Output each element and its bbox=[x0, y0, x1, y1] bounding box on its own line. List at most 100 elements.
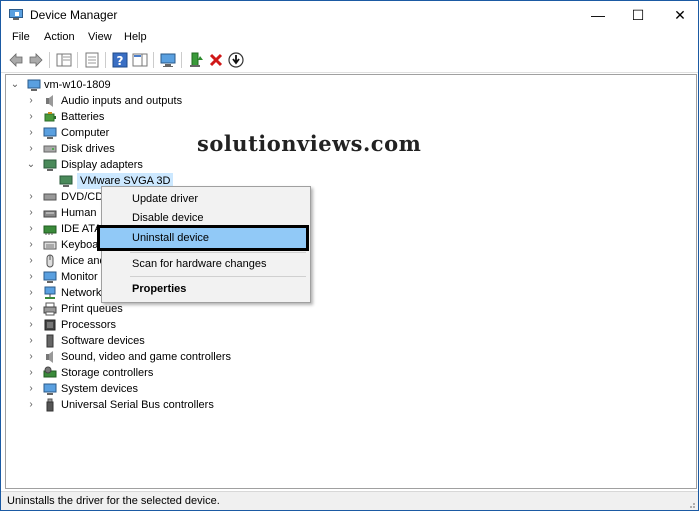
software-device-icon bbox=[46, 334, 54, 348]
network-adapter-icon bbox=[44, 286, 56, 299]
disk-drive-icon bbox=[43, 145, 57, 153]
uninstall-x-icon[interactable] bbox=[207, 51, 225, 69]
status-text: Uninstalls the driver for the selected d… bbox=[7, 495, 220, 507]
chevron-right-icon[interactable]: › bbox=[26, 365, 36, 381]
chevron-right-icon[interactable]: › bbox=[26, 93, 36, 109]
download-circle-icon[interactable] bbox=[227, 51, 245, 69]
monitor-icon bbox=[43, 271, 57, 283]
device-manager-icon bbox=[9, 9, 23, 20]
chevron-right-icon[interactable]: › bbox=[26, 237, 36, 253]
chevron-right-icon[interactable]: › bbox=[26, 205, 36, 221]
tree-item-label: System devices bbox=[61, 383, 139, 395]
menu-item-disable-device[interactable]: Disable device bbox=[103, 208, 307, 228]
tree-item-label: Batteries bbox=[61, 111, 105, 123]
dvd-drive-icon bbox=[43, 193, 57, 201]
speaker-icon bbox=[46, 95, 53, 107]
ide-controller-icon bbox=[43, 225, 57, 235]
chevron-right-icon[interactable]: › bbox=[26, 125, 36, 141]
keyboard-icon bbox=[43, 241, 57, 250]
usb-icon bbox=[46, 398, 54, 412]
window-title: Device Manager bbox=[30, 8, 118, 22]
tree-item-label: Print queues bbox=[61, 303, 123, 315]
title-bar[interactable]: Device Manager — ☐ ✕ bbox=[1, 1, 698, 30]
chevron-right-icon[interactable]: › bbox=[26, 381, 36, 397]
menu-item-properties[interactable]: Properties bbox=[103, 279, 307, 299]
display-adapter-icon bbox=[59, 175, 73, 187]
toolbar-separator bbox=[77, 52, 78, 68]
processor-icon bbox=[44, 319, 56, 331]
tree-item-label: Storage controllers bbox=[61, 367, 154, 379]
action-pane-icon[interactable] bbox=[131, 51, 149, 69]
resize-grip-icon[interactable] bbox=[686, 499, 696, 509]
tree-item-label: Audio inputs and outputs bbox=[61, 95, 183, 107]
tree-item-label: Computer bbox=[61, 127, 110, 139]
menu-bar: File Action View Help bbox=[1, 30, 698, 48]
menu-action[interactable]: Action bbox=[44, 31, 75, 43]
menu-file[interactable]: File bbox=[12, 31, 30, 43]
chevron-right-icon[interactable]: › bbox=[26, 285, 36, 301]
hid-icon bbox=[43, 210, 57, 218]
menu-view[interactable]: View bbox=[88, 31, 112, 43]
context-menu: Update driver Disable device Uninstall d… bbox=[97, 186, 311, 303]
menu-item-update-driver[interactable]: Update driver bbox=[103, 189, 307, 209]
back-arrow-icon[interactable] bbox=[7, 51, 25, 69]
tree-item-label: Universal Serial Bus controllers bbox=[61, 399, 214, 411]
tree-item-label: Sound, video and game controllers bbox=[61, 351, 231, 363]
status-bar: Uninstalls the driver for the selected d… bbox=[1, 491, 698, 510]
tree-item-label: Monitor bbox=[61, 271, 98, 283]
computer-icon bbox=[43, 127, 57, 139]
maximize-button[interactable]: ☐ bbox=[615, 1, 661, 30]
update-driver-icon[interactable] bbox=[187, 51, 205, 69]
mouse-icon bbox=[46, 254, 54, 268]
tree-item-label: Disk drives bbox=[61, 143, 115, 155]
close-button[interactable]: ✕ bbox=[657, 1, 698, 30]
toolbar-separator bbox=[105, 52, 106, 68]
tree-item-label: Mice and bbox=[61, 255, 106, 267]
menu-separator bbox=[130, 276, 306, 277]
storage-controller-icon bbox=[43, 366, 57, 378]
tree-item-label: DVD/CD bbox=[61, 191, 104, 203]
toolbar-separator bbox=[181, 52, 182, 68]
chevron-right-icon[interactable]: › bbox=[26, 317, 36, 333]
tree-root-label: vm-w10-1809 bbox=[44, 79, 111, 91]
chevron-right-icon[interactable]: › bbox=[26, 253, 36, 269]
chevron-right-icon[interactable]: › bbox=[26, 269, 36, 285]
toolbar: ? bbox=[1, 48, 698, 73]
forward-arrow-icon[interactable] bbox=[27, 51, 45, 69]
svg-text:?: ? bbox=[117, 54, 124, 68]
properties-sheet-icon[interactable] bbox=[83, 51, 101, 69]
chevron-right-icon[interactable]: › bbox=[26, 333, 36, 349]
show-hide-tree-icon[interactable] bbox=[55, 51, 73, 69]
tree-item-label: Display adapters bbox=[61, 159, 143, 171]
toolbar-separator bbox=[49, 52, 50, 68]
scan-hardware-monitor-icon[interactable] bbox=[159, 51, 177, 69]
chevron-down-icon[interactable]: ⌄ bbox=[10, 77, 20, 93]
chevron-right-icon[interactable]: › bbox=[26, 109, 36, 125]
tree-item-label: Keyboa bbox=[61, 239, 99, 251]
chevron-right-icon[interactable]: › bbox=[26, 301, 36, 317]
menu-help[interactable]: Help bbox=[124, 31, 147, 43]
tree-item-label: IDE ATA bbox=[61, 223, 102, 235]
menu-separator bbox=[130, 252, 306, 253]
speaker-icon bbox=[46, 351, 53, 363]
chevron-right-icon[interactable]: › bbox=[26, 189, 36, 205]
printer-icon bbox=[43, 302, 57, 316]
computer-icon bbox=[27, 79, 41, 91]
help-icon[interactable]: ? bbox=[111, 51, 129, 69]
menu-item-scan-hardware[interactable]: Scan for hardware changes bbox=[103, 254, 307, 274]
display-adapter-icon bbox=[43, 159, 57, 171]
chevron-right-icon[interactable]: › bbox=[26, 221, 36, 237]
chevron-down-icon[interactable]: ⌄ bbox=[26, 157, 36, 173]
tree-item-label: Human bbox=[61, 207, 97, 219]
toolbar-separator bbox=[153, 52, 154, 68]
menu-item-uninstall-device[interactable]: Uninstall device bbox=[97, 225, 309, 251]
battery-icon bbox=[44, 112, 56, 122]
chevron-right-icon[interactable]: › bbox=[26, 349, 36, 365]
tree-item-label: Processors bbox=[61, 319, 117, 331]
device-manager-window: Device Manager — ☐ ✕ File Action View He… bbox=[0, 0, 699, 511]
chevron-right-icon[interactable]: › bbox=[26, 141, 36, 157]
tree-item-label: Software devices bbox=[61, 335, 145, 347]
system-device-icon bbox=[43, 383, 57, 395]
chevron-right-icon[interactable]: › bbox=[26, 397, 36, 413]
watermark: solutionviews.com bbox=[197, 131, 422, 156]
